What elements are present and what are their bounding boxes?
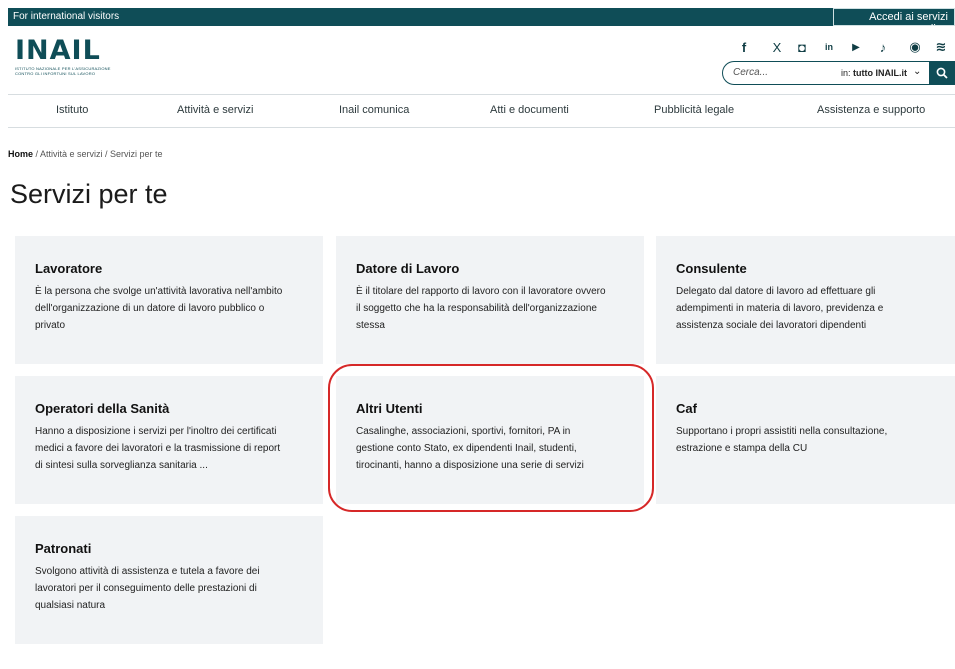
card-consulente[interactable]: Consulente Delegato dal datore di lavoro… bbox=[656, 236, 955, 364]
card-description-line: il soggetto che ha la responsabilità del… bbox=[356, 303, 597, 314]
logo-subtitle-line2: CONTRO GLI INFORTUNI SUL LAVORO bbox=[15, 71, 96, 76]
international-visitors-link[interactable]: For international visitors bbox=[13, 11, 119, 22]
inail-logo[interactable]: INAIL ISTITUTO NAZIONALE PER L'ASSICURAZ… bbox=[15, 37, 125, 77]
card-description: Supportano i propri assistiti nella cons… bbox=[676, 423, 887, 457]
card-description-line: È il titolare del rapporto di lavoro con… bbox=[356, 286, 606, 297]
card-description-line: Supportano i propri assistiti nella cons… bbox=[676, 426, 888, 437]
main-navigation: Istituto Attività e servizi Inail comuni… bbox=[8, 94, 955, 128]
breadcrumb: Home / Attività e servizi / Servizi per … bbox=[8, 149, 163, 159]
breadcrumb-path[interactable]: / Attività e servizi / Servizi per te bbox=[33, 149, 163, 159]
card-description-line: È la persona che svolge un'attività lavo… bbox=[35, 286, 283, 297]
logo-wordmark: INAIL bbox=[15, 35, 101, 66]
card-description-line: medici a favore dei lavoratori e la tras… bbox=[35, 443, 281, 454]
nav-item-atti-documenti[interactable]: Atti e documenti bbox=[490, 104, 569, 116]
card-title: Lavoratore bbox=[35, 261, 103, 276]
chevron-down-icon[interactable]: ⌄ bbox=[913, 66, 921, 77]
card-title: Caf bbox=[676, 401, 697, 416]
card-description-line: dell'organizzazione di un datore di lavo… bbox=[35, 303, 265, 314]
card-description-line: tirocinanti, hanno a disposizione una se… bbox=[356, 460, 584, 471]
podcast-icon[interactable]: ◉ bbox=[905, 38, 925, 56]
x-icon[interactable]: X bbox=[767, 38, 787, 56]
accedi-servizi-online-button[interactable]: Accedi ai servizi online bbox=[833, 8, 955, 35]
linkedin-icon[interactable]: in bbox=[819, 38, 839, 56]
card-title: Altri Utenti bbox=[356, 401, 423, 416]
breadcrumb-home[interactable]: Home bbox=[8, 149, 33, 159]
top-utility-bar: For international visitors Accedi ai ser… bbox=[8, 8, 955, 35]
card-operatori-sanita[interactable]: Operatori della Sanità Hanno a disposizi… bbox=[15, 376, 323, 504]
rss-icon[interactable]: ≋ bbox=[931, 38, 951, 56]
search-placeholder: Cerca... bbox=[733, 67, 769, 78]
card-description: È il titolare del rapporto di lavoro con… bbox=[356, 283, 606, 334]
search-bar: Cerca... in: tutto INAIL.it ⌄ bbox=[722, 61, 955, 85]
card-description: Casalinghe, associazioni, sportivi, forn… bbox=[356, 423, 584, 474]
card-description-line: assistenza sociale dei lavoratori dipend… bbox=[676, 320, 867, 331]
search-input[interactable]: Cerca... in: tutto INAIL.it ⌄ bbox=[722, 61, 929, 85]
card-altri-utenti[interactable]: Altri Utenti Casalinghe, associazioni, s… bbox=[336, 376, 644, 504]
nav-item-istituto[interactable]: Istituto bbox=[56, 104, 88, 116]
search-scope-select[interactable]: in: tutto INAIL.it bbox=[841, 68, 907, 78]
card-lavoratore[interactable]: Lavoratore È la persona che svolge un'at… bbox=[15, 236, 323, 364]
card-description-line: privato bbox=[35, 320, 66, 331]
card-title: Datore di Lavoro bbox=[356, 261, 460, 276]
card-description-line: qualsiasi natura bbox=[35, 600, 106, 611]
card-datore-di-lavoro[interactable]: Datore di Lavoro È il titolare del rappo… bbox=[336, 236, 644, 364]
card-description-line: di sintesi sulla sorveglianza sanitaria … bbox=[35, 460, 208, 471]
card-description-line: Delegato dal datore di lavoro ad effettu… bbox=[676, 286, 876, 297]
card-description-line: stessa bbox=[356, 320, 385, 331]
nav-item-inail-comunica[interactable]: Inail comunica bbox=[339, 104, 409, 116]
card-description: Hanno a disposizione i servizi per l'ino… bbox=[35, 423, 280, 474]
tiktok-icon[interactable]: ♪ bbox=[873, 38, 893, 56]
card-description: Delegato dal datore di lavoro ad effettu… bbox=[676, 283, 883, 334]
card-description: Svolgono attività di assistenza e tutela… bbox=[35, 563, 260, 614]
card-title: Patronati bbox=[35, 541, 92, 556]
card-description-line: Svolgono attività di assistenza e tutela… bbox=[35, 566, 260, 577]
search-icon bbox=[936, 67, 948, 79]
search-scope-prefix: in: bbox=[841, 68, 851, 78]
card-description-line: Hanno a disposizione i servizi per l'ino… bbox=[35, 426, 277, 437]
page-title: Servizi per te bbox=[10, 179, 168, 209]
card-description: È la persona che svolge un'attività lavo… bbox=[35, 283, 282, 334]
youtube-icon[interactable]: ▶ bbox=[846, 38, 866, 56]
card-description-line: lavoratori per il conseguimento delle pr… bbox=[35, 583, 257, 594]
card-title: Consulente bbox=[676, 261, 747, 276]
card-title: Operatori della Sanità bbox=[35, 401, 170, 416]
nav-item-attivita-servizi[interactable]: Attività e servizi bbox=[177, 104, 253, 116]
search-scope-value: tutto INAIL.it bbox=[853, 68, 908, 78]
card-description-line: adempimenti in materia di lavoro, previd… bbox=[676, 303, 884, 314]
card-description-line: Casalinghe, associazioni, sportivi, forn… bbox=[356, 426, 571, 437]
card-description-line: gestione conto Stato, ex dipendenti Inai… bbox=[356, 443, 577, 454]
nav-item-assistenza-supporto[interactable]: Assistenza e supporto bbox=[817, 104, 925, 116]
facebook-icon[interactable]: f bbox=[734, 38, 754, 56]
search-button[interactable] bbox=[929, 61, 955, 85]
card-caf[interactable]: Caf Supportano i propri assistiti nella … bbox=[656, 376, 955, 504]
nav-item-pubblicita-legale[interactable]: Pubblicità legale bbox=[654, 104, 734, 116]
card-patronati[interactable]: Patronati Svolgono attività di assistenz… bbox=[15, 516, 323, 644]
card-description-line: estrazione e stampa della CU bbox=[676, 443, 808, 454]
instagram-icon[interactable]: ◘ bbox=[792, 38, 812, 56]
